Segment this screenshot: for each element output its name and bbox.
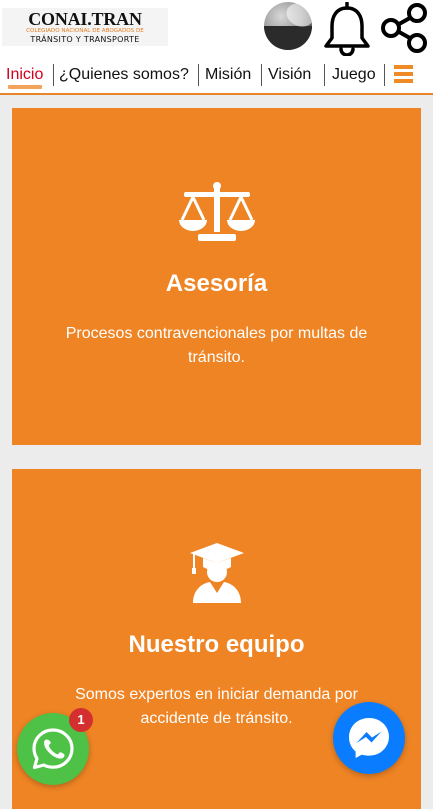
main-nav: Inicio ¿Quienes somos? Misión Visión Jue…	[0, 57, 433, 95]
hamburger-menu-icon[interactable]	[394, 65, 413, 83]
nav-divider	[53, 64, 54, 86]
card-description: Procesos contravencionales por multas de…	[65, 325, 368, 366]
nav-item-juego[interactable]: Juego	[332, 62, 376, 88]
graduate-icon	[189, 543, 244, 603]
notification-badge: 1	[69, 708, 93, 732]
bell-icon[interactable]	[322, 2, 372, 56]
nav-divider	[261, 64, 262, 86]
logo-title: CONAI.TRAN	[28, 9, 142, 29]
nav-item-vision[interactable]: Visión	[268, 62, 311, 88]
nav-divider	[384, 64, 385, 86]
messenger-button[interactable]	[333, 702, 405, 774]
nav-divider	[198, 64, 199, 86]
app-header: CONAI.TRAN COLEGIADO NACIONAL DE ABOGADO…	[0, 0, 433, 57]
card-title: Asesoría	[165, 270, 268, 297]
card-description: Somos expertos en iniciar demanda por ac…	[75, 686, 358, 727]
whatsapp-icon	[32, 728, 74, 770]
logo-subtitle-line1: COLEGIADO NACIONAL DE ABOGADOS DE	[26, 28, 144, 34]
service-card-asesoria: Asesoría Procesos contravencionales por …	[12, 108, 421, 445]
nav-item-quienes-somos[interactable]: ¿Quienes somos?	[59, 62, 189, 88]
logo-subtitle-line2: TRÁNSITO Y TRANSPORTE	[30, 35, 140, 44]
nav-active-indicator	[8, 85, 42, 89]
nav-item-mision[interactable]: Misión	[205, 62, 251, 88]
share-icon[interactable]	[378, 2, 430, 54]
avatar[interactable]	[264, 2, 312, 50]
messenger-icon	[349, 718, 389, 758]
scales-icon	[178, 182, 255, 241]
card-title: Nuestro equipo	[128, 631, 305, 658]
nav-divider	[324, 64, 325, 86]
conaitran-logo[interactable]: CONAI.TRAN COLEGIADO NACIONAL DE ABOGADO…	[2, 8, 168, 46]
